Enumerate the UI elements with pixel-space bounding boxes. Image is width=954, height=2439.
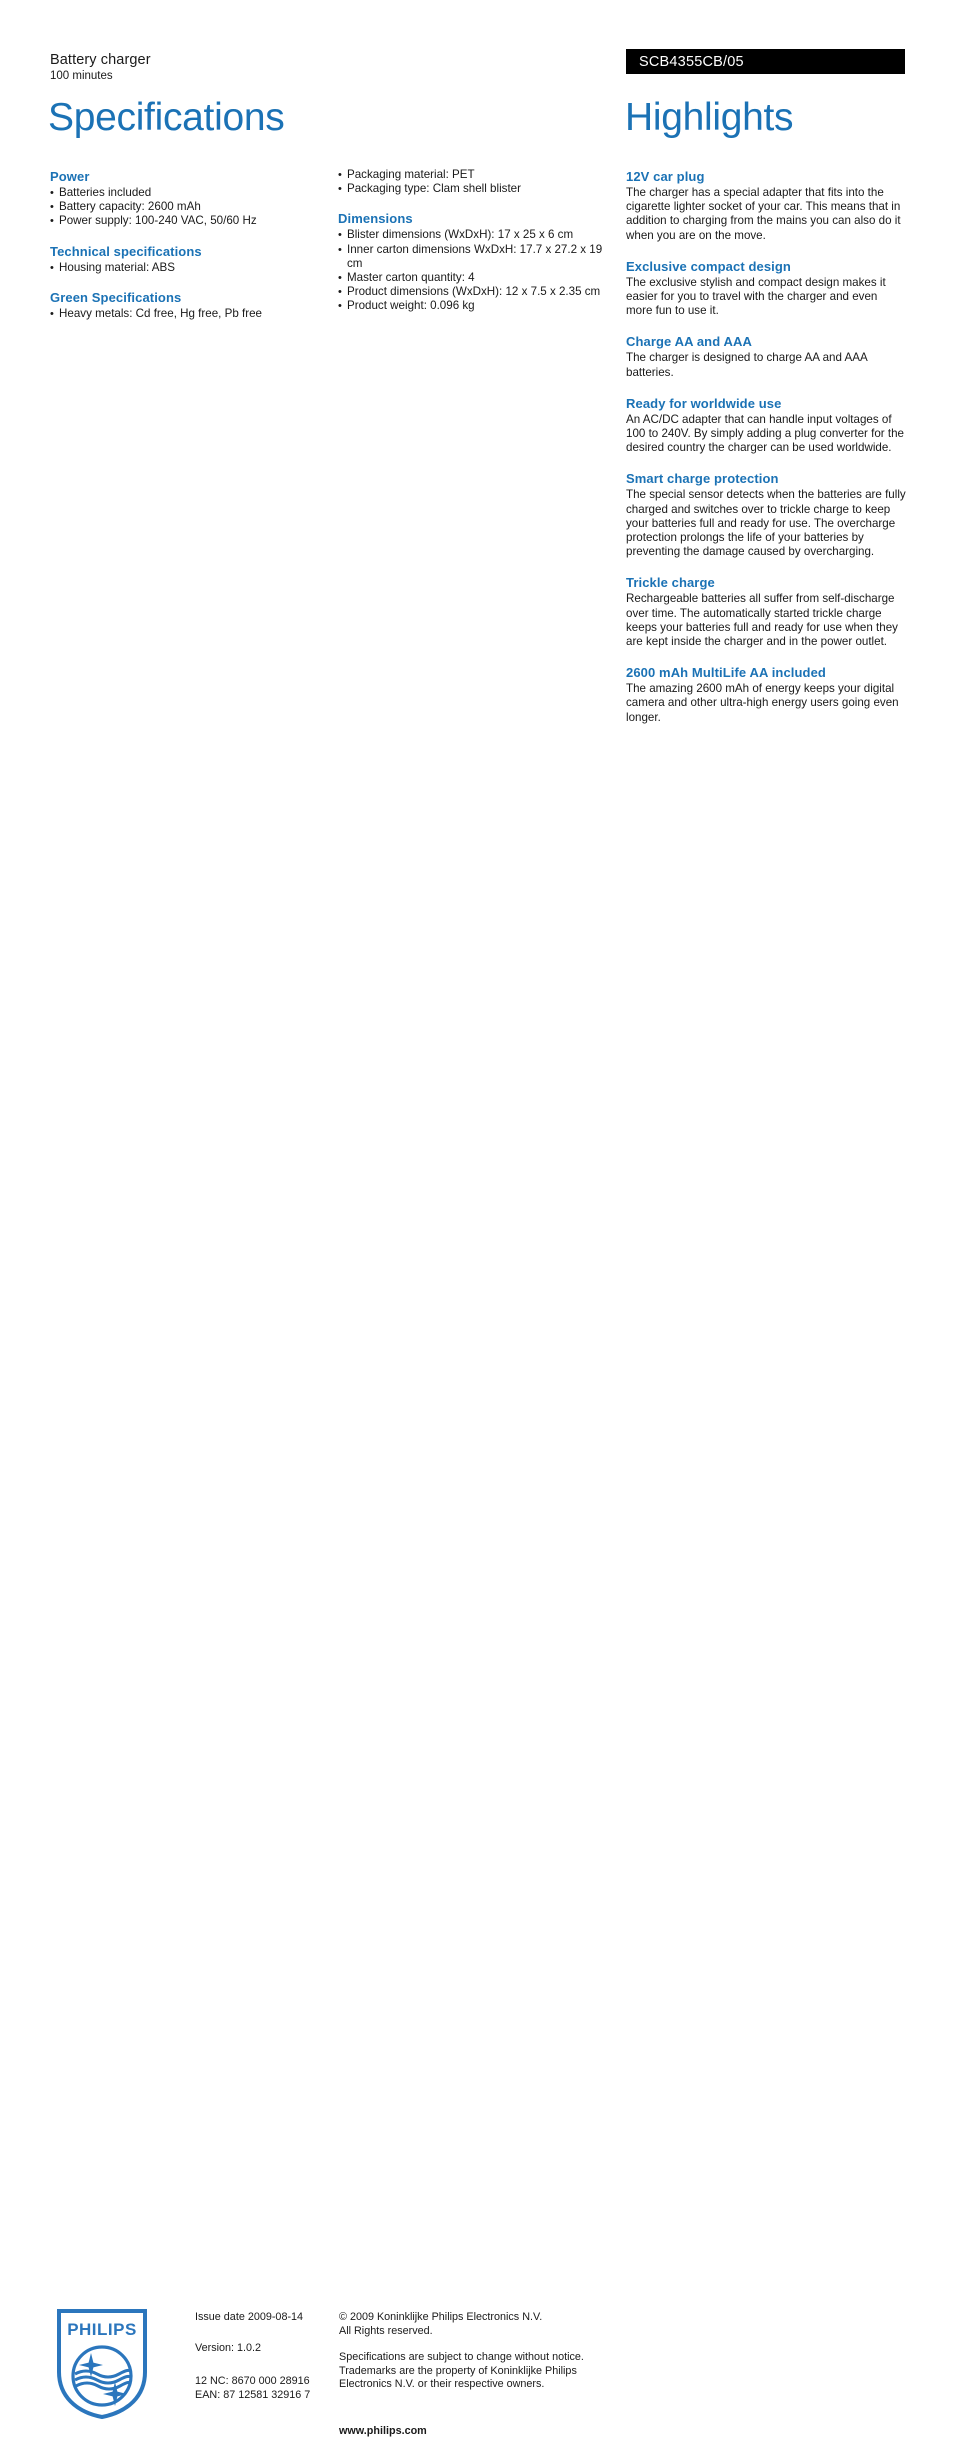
highlight-title: 12V car plug [626,169,705,184]
spec-item: Packaging material: PET [338,168,620,182]
svg-text:PHILIPS: PHILIPS [67,2320,137,2339]
spec-item: Battery capacity: 2600 mAh [50,200,330,214]
highlight-body: The charger has a special adapter that f… [626,186,901,242]
spec-item: Product dimensions (WxDxH): 12 x 7.5 x 2… [338,285,620,299]
footer-meta-column: Issue date 2009-08-14 Version: 1.0.2 12 … [195,2311,335,2402]
philips-shield-icon: PHILIPS [57,2309,147,2420]
disclaimer-line: Trademarks are the property of Koninklij… [339,2364,577,2377]
spec-item-list: Heavy metals: Cd free, Hg free, Pb free [50,307,330,321]
spec-section-power: Power Batteries included Battery capacit… [50,168,330,229]
rights-line: All Rights reserved. [339,2324,433,2337]
highlights-column: 12V car plug The charger has a special a… [626,168,906,725]
spec-item: Housing material: ABS [50,261,330,275]
philips-logo: PHILIPS [56,2308,148,2420]
highlight-body: The special sensor detects when the batt… [626,488,906,559]
spec-section-heading: Dimensions [338,211,413,227]
specifications-title: Specifications [48,96,285,139]
highlight-item: Trickle charge Rechargeable batteries al… [626,574,906,649]
spec-item: Inner carton dimensions WxDxH: 17.7 x 27… [338,243,620,271]
highlight-body: The exclusive stylish and compact design… [626,275,886,318]
document-page: Battery charger 100 minutes SCB4355CB/05… [0,0,954,2437]
highlight-body: An AC/DC adapter that can handle input v… [626,412,904,455]
issue-date: Issue date 2009-08-14 [195,2311,304,2323]
highlight-title: Trickle charge [626,575,715,591]
disclaimer-line: Specifications are subject to change wit… [339,2351,584,2364]
highlight-title: Ready for worldwide use [626,395,782,411]
spec-section-packaging: Packaging material: PET Packaging type: … [338,168,620,197]
spec-section-green: Green Specifications Heavy metals: Cd fr… [50,289,330,321]
spec-item-list: Housing material: ABS [50,261,330,275]
spec-section-technical: Technical specifications Housing materia… [50,243,330,275]
nc-code: 12 NC: 8670 000 28916 [195,2375,310,2388]
spec-item: Power supply: 100-240 VAC, 50/60 Hz [50,214,330,228]
highlight-item: Charge AA and AAA The charger is designe… [626,333,906,379]
spec-item-list: Batteries included Battery capacity: 260… [50,186,330,229]
highlight-body: Rechargeable batteries all suffer from s… [626,592,898,649]
spec-item: Heavy metals: Cd free, Hg free, Pb free [50,307,330,321]
highlight-item: Smart charge protection The special sens… [626,470,906,559]
highlight-title: Exclusive compact design [626,258,791,274]
highlight-title: Charge AA and AAA [626,334,752,350]
spec-item-list: Packaging material: PET Packaging type: … [338,168,620,197]
product-subtitle: 100 minutes [50,70,113,82]
product-name: Battery charger [50,52,151,68]
spec-item: Blister dimensions (WxDxH): 17 x 25 x 6 … [338,228,620,242]
spec-column-middle: Packaging material: PET Packaging type: … [338,168,620,314]
spec-section-heading: Technical specifications [50,243,202,259]
highlights-title: Highlights [625,96,794,139]
product-header: Battery charger 100 minutes [50,52,470,84]
highlight-item: Ready for worldwide use An AC/DC adapter… [626,395,906,456]
spec-column-left: Power Batteries included Battery capacit… [50,168,330,321]
spec-section-heading: Green Specifications [50,289,182,305]
highlight-item: 12V car plug The charger has a special a… [626,168,906,243]
spec-section-dimensions: Dimensions Blister dimensions (WxDxH): 1… [338,210,620,313]
product-code-bar: SCB4355CB/05 [626,49,905,74]
spec-item: Product weight: 0.096 kg [338,299,620,313]
ean-code: EAN: 87 12581 32916 7 [195,2388,311,2401]
highlight-title: Smart charge protection [626,471,779,487]
highlight-item: Exclusive compact design The exclusive s… [626,258,906,319]
spec-item: Master carton quantity: 4 [338,271,620,285]
highlight-body: The amazing 2600 mAh of energy keeps you… [626,682,899,724]
product-code: SCB4355CB/05 [639,54,744,70]
copyright-line: © 2009 Koninklijke Philips Electronics N… [339,2311,543,2323]
highlight-item: 2600 mAh MultiLife AA included The amazi… [626,664,906,725]
highlight-body: The charger is designed to charge AA and… [626,351,868,379]
website-link[interactable]: www.philips.com [339,2425,619,2439]
version: Version: 1.0.2 [195,2341,262,2354]
spec-item: Batteries included [50,186,330,200]
document-footer: PHILIPS Issue date 2009-08-14 Version: 1… [0,1150,954,2437]
highlight-title: 2600 mAh MultiLife AA included [626,665,826,681]
footer-legal-column: © 2009 Koninklijke Philips Electronics N… [339,2311,619,2439]
spec-section-heading: Power [50,169,90,184]
spec-item: Packaging type: Clam shell blister [338,182,620,196]
disclaimer-line: Electronics N.V. or their respective own… [339,2378,545,2391]
spec-item-list: Blister dimensions (WxDxH): 17 x 25 x 6 … [338,228,620,313]
